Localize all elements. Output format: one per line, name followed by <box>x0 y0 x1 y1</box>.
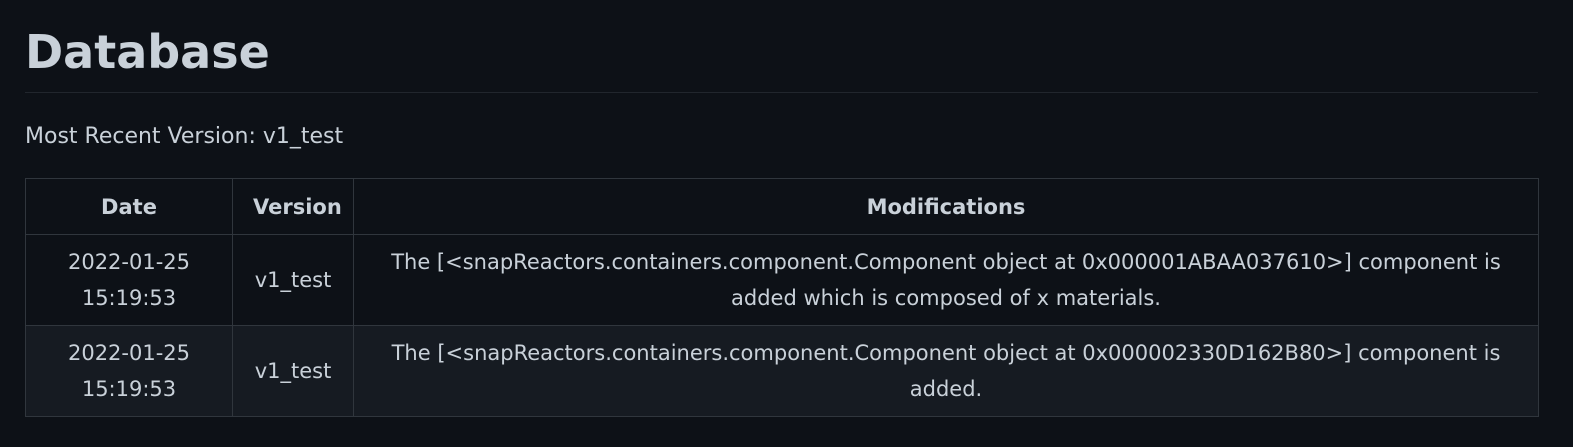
cell-modifications: The [<snapReactors.containers.component.… <box>353 325 1539 417</box>
header-date: Date <box>25 178 233 235</box>
cell-date: 2022-01-25 15:19:53 <box>25 234 233 326</box>
cell-version: v1_test <box>232 234 354 326</box>
table-row: 2022-01-25 15:19:53 v1_test The [<snapRe… <box>25 325 1539 417</box>
title-divider <box>25 92 1538 93</box>
cell-modifications: The [<snapReactors.containers.component.… <box>353 234 1539 326</box>
header-version: Version <box>232 178 354 235</box>
page-root: Database Most Recent Version: v1_test Da… <box>0 0 1573 447</box>
page-title: Database <box>25 25 270 79</box>
table-header-row: Date Version Modifications <box>25 178 1539 235</box>
cell-version: v1_test <box>232 325 354 417</box>
table-row: 2022-01-25 15:19:53 v1_test The [<snapRe… <box>25 234 1539 326</box>
versions-table: Date Version Modifications 2022-01-25 15… <box>25 178 1539 417</box>
cell-date: 2022-01-25 15:19:53 <box>25 325 233 417</box>
header-modifications: Modifications <box>353 178 1539 235</box>
most-recent-version-text: Most Recent Version: v1_test <box>25 124 344 149</box>
